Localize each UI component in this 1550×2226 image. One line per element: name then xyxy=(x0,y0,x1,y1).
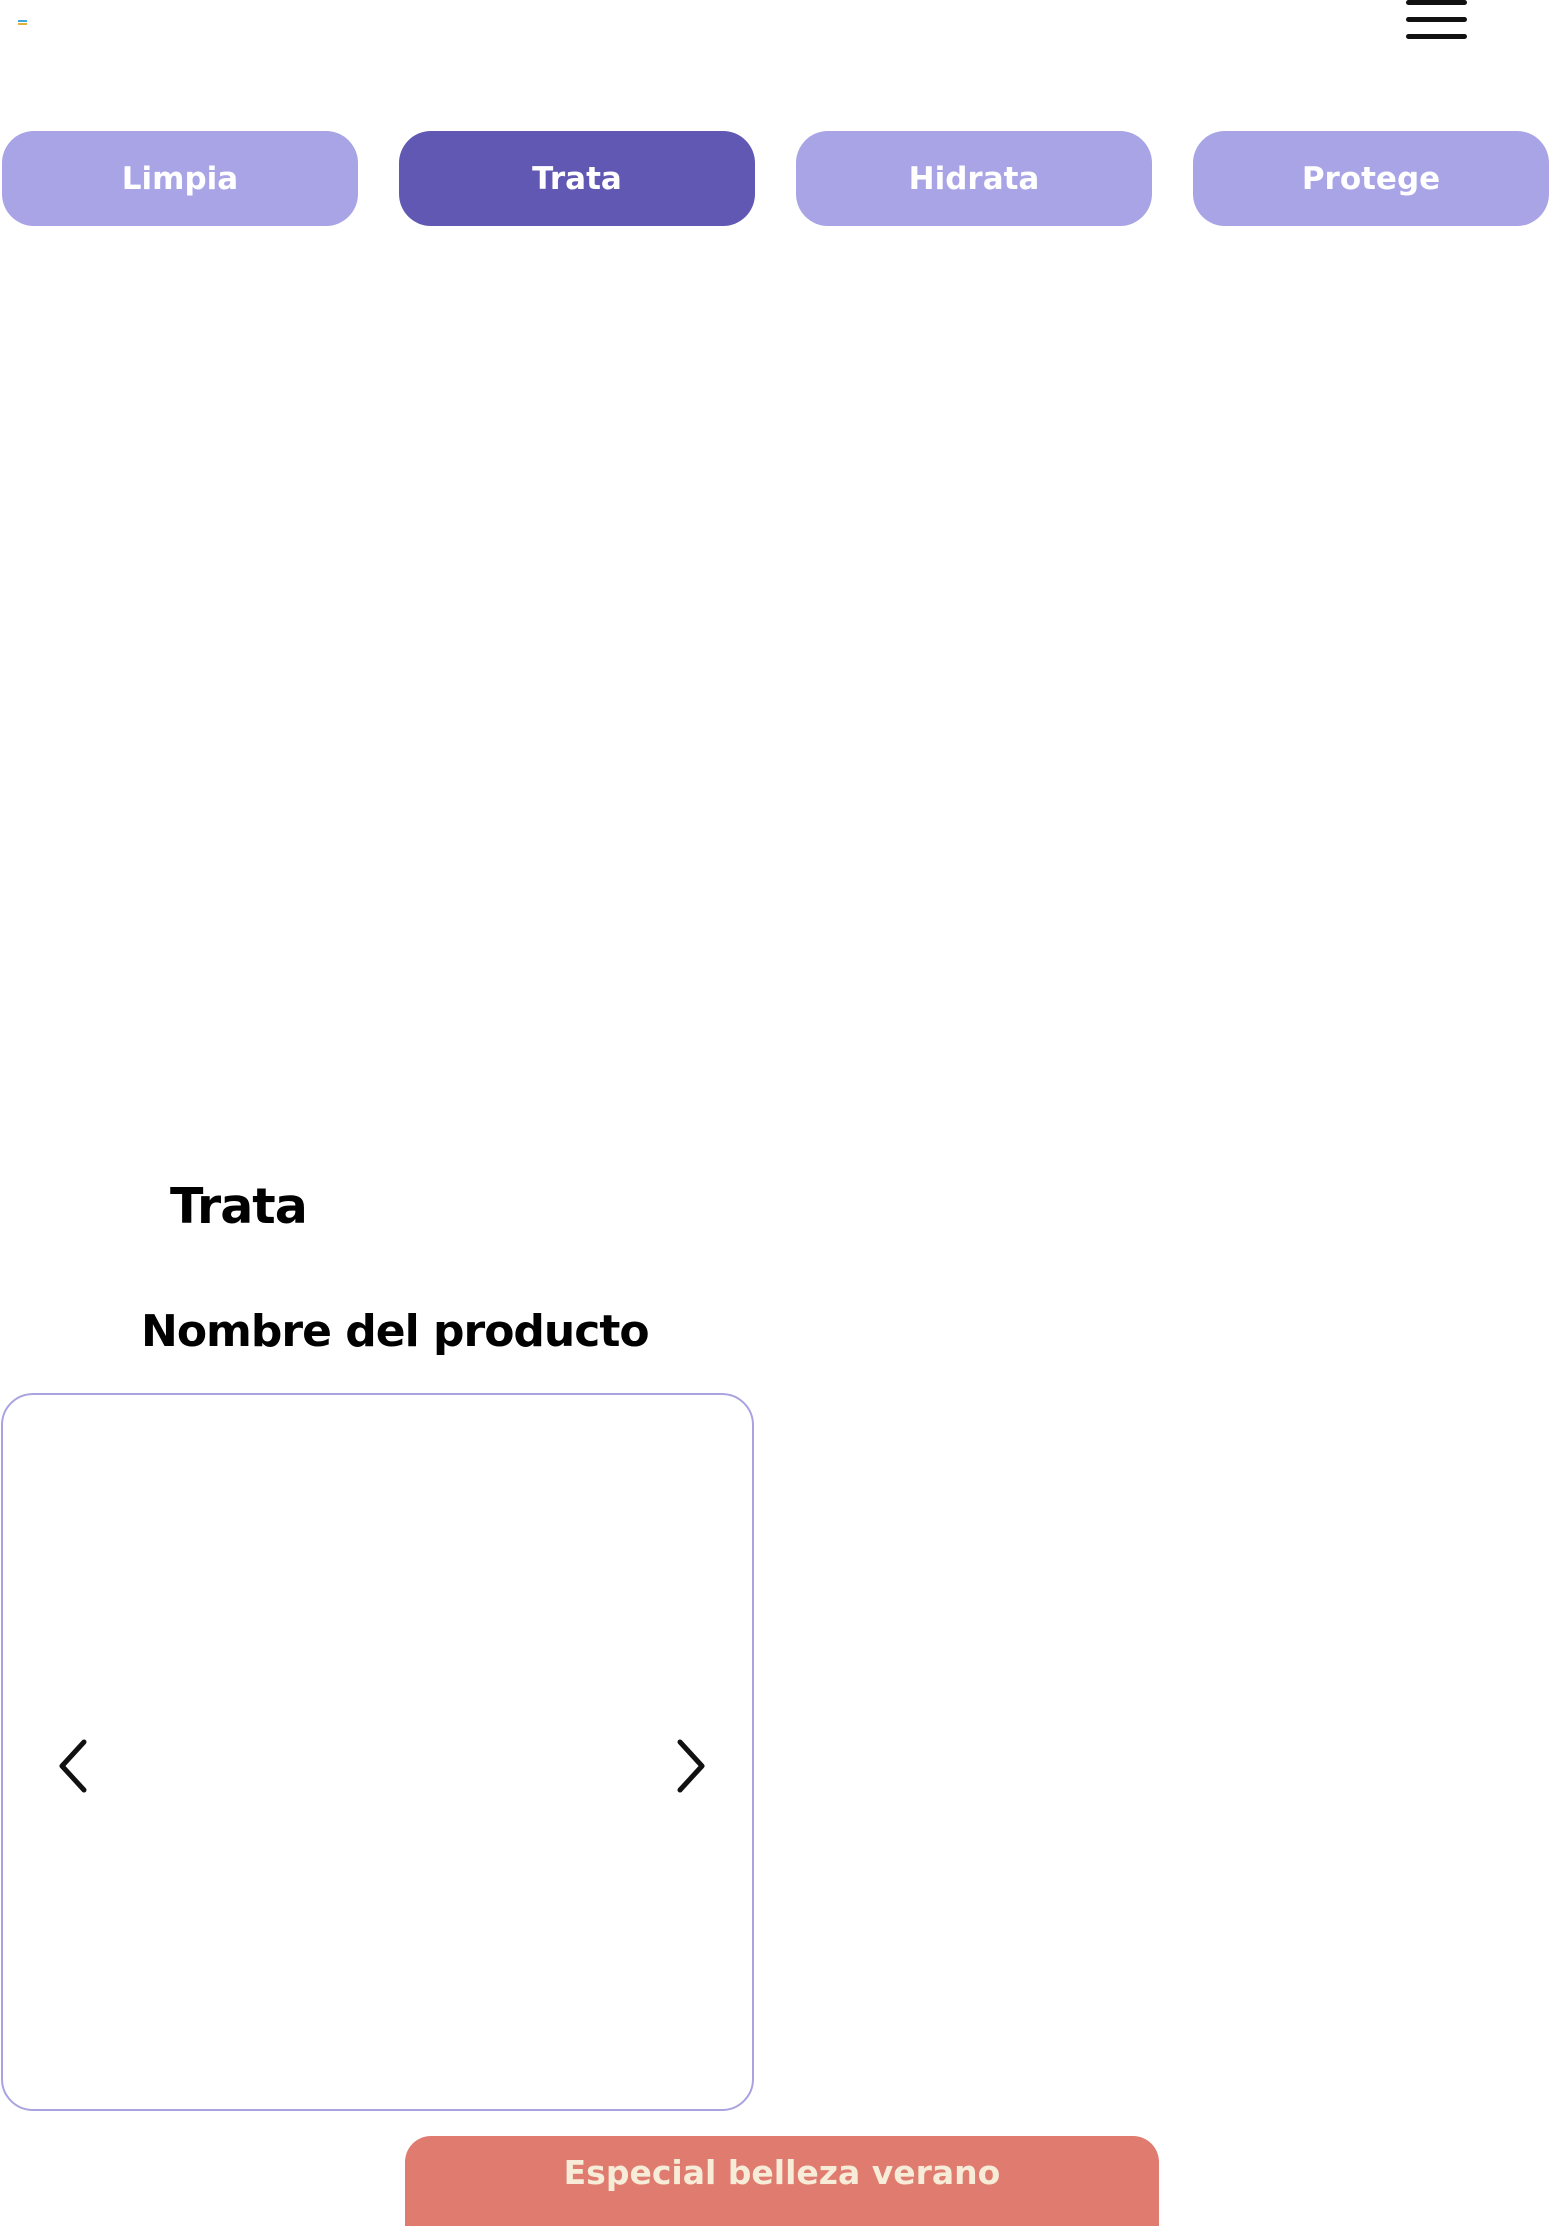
chevron-left-icon[interactable] xyxy=(52,1736,98,1796)
category-tabs: Limpia Trata Hidrata Protege xyxy=(2,131,1550,226)
section-title: Trata xyxy=(170,1178,308,1235)
hamburger-menu-icon[interactable] xyxy=(1400,0,1475,45)
product-name: Nombre del producto xyxy=(141,1306,650,1357)
promo-banner-label: Especial belleza verano xyxy=(563,2153,1001,2192)
promo-banner-button[interactable]: Especial belleza verano xyxy=(405,2136,1159,2226)
chevron-right-icon[interactable] xyxy=(666,1736,712,1796)
tab-protege[interactable]: Protege xyxy=(1193,131,1549,226)
product-carousel xyxy=(1,1393,754,2111)
tab-limpia[interactable]: Limpia xyxy=(2,131,358,226)
tab-hidrata[interactable]: Hidrata xyxy=(796,131,1152,226)
logo-icon[interactable] xyxy=(18,20,27,26)
tab-trata[interactable]: Trata xyxy=(399,131,755,226)
